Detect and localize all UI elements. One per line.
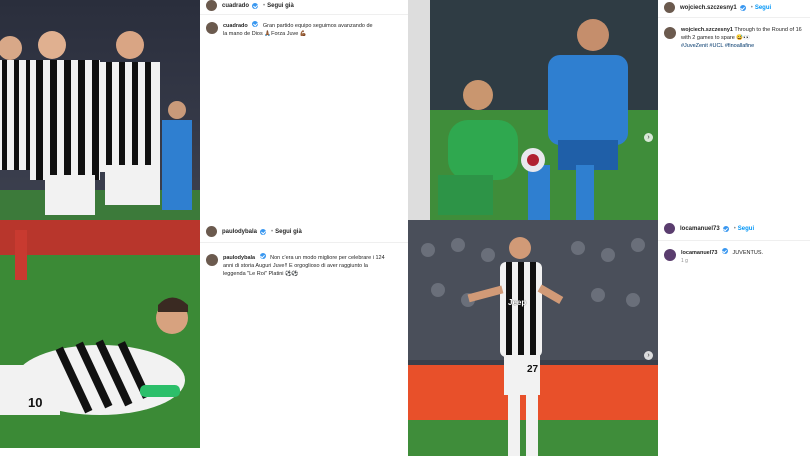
username[interactable]: wojciech.szczesny1 — [680, 5, 737, 11]
caption: locamanuel73 JUVENTUS. 1 g — [664, 248, 763, 265]
post-sidebar: cuadrado • Segui già cuadrado Gran parti… — [200, 0, 408, 220]
jersey-number: 27 — [527, 364, 539, 375]
post-szczesny: › wojciech.szczesny1 • Segui wojciech.sz… — [408, 0, 810, 220]
verified-badge-icon — [252, 2, 259, 9]
username[interactable]: locamanuel73 — [680, 226, 720, 232]
verified-badge-icon — [259, 253, 266, 259]
post-locamanuel: Jeep 27 › locamanuel73 • Segui locamanue… — [408, 220, 810, 456]
avatar[interactable] — [206, 254, 218, 266]
follow-button[interactable]: Segui già — [275, 229, 302, 235]
caption-text: JUVENTUS. — [732, 250, 764, 256]
avatar[interactable] — [206, 22, 218, 34]
verified-badge-icon — [260, 228, 267, 235]
post-photo[interactable] — [0, 0, 200, 220]
next-arrow-icon[interactable]: › — [644, 351, 653, 360]
caption: wojciech.szczesny1 Through to the Round … — [664, 26, 809, 50]
username[interactable]: paulodybala — [222, 229, 257, 235]
post-photo[interactable]: 10 — [0, 220, 200, 448]
post-sidebar: locamanuel73 • Segui locamanuel73 JUVENT… — [658, 220, 810, 456]
avatar[interactable] — [664, 2, 675, 13]
divider — [200, 14, 408, 15]
post-photo[interactable]: › — [408, 0, 658, 220]
avatar[interactable] — [664, 223, 675, 234]
verified-badge-icon — [722, 225, 729, 232]
separator-dot: • — [750, 4, 753, 11]
post-header: locamanuel73 • Segui — [664, 223, 754, 234]
caption-username[interactable]: paulodybala — [223, 255, 255, 261]
verified-badge-icon — [721, 248, 728, 254]
post-cuadrado: cuadrado • Segui già cuadrado Gran parti… — [0, 0, 408, 220]
divider — [200, 242, 408, 243]
caption: cuadrado Gran partido equipo seguimos av… — [206, 21, 373, 38]
caption-username[interactable]: cuadrado — [223, 23, 248, 29]
sponsor-logo: Jeep — [508, 298, 527, 307]
follow-button[interactable]: Segui già — [267, 3, 294, 9]
avatar[interactable] — [664, 27, 676, 39]
follow-button[interactable]: Segui — [738, 226, 754, 232]
username[interactable]: cuadrado — [222, 3, 249, 9]
caption-username[interactable]: wojciech.szczesny1 — [681, 27, 733, 33]
separator-dot: • — [263, 2, 266, 9]
post-header: cuadrado • Segui già — [206, 0, 294, 11]
divider — [658, 240, 810, 241]
post-header: wojciech.szczesny1 • Segui — [664, 2, 771, 13]
next-arrow-icon[interactable]: › — [644, 133, 653, 142]
post-header: paulodybala • Segui già — [206, 226, 302, 237]
avatar[interactable] — [206, 226, 217, 237]
caption-hashtags[interactable]: #JuveZenit #UCL #finoallafine — [681, 43, 754, 49]
separator-dot: • — [733, 225, 736, 232]
caption-username[interactable]: locamanuel73 — [681, 250, 717, 256]
separator-dot: • — [271, 228, 274, 235]
verified-badge-icon — [739, 4, 746, 11]
jersey-number: 10 — [28, 395, 43, 410]
avatar[interactable] — [664, 249, 676, 261]
caption: paulodybala Non c'era un modo migliore p… — [206, 253, 388, 278]
follow-button[interactable]: Segui — [755, 5, 771, 11]
post-sidebar: paulodybala • Segui già paulodybala Non … — [200, 220, 408, 456]
divider — [658, 17, 810, 18]
post-timestamp: 1 g — [681, 258, 688, 264]
post-photo[interactable]: Jeep 27 › — [408, 220, 658, 456]
post-dybala: 10 paulodybala • Segui già paulodybala N… — [0, 220, 408, 456]
post-sidebar: wojciech.szczesny1 • Segui wojciech.szcz… — [658, 0, 810, 220]
avatar[interactable] — [206, 0, 217, 11]
verified-badge-icon — [252, 21, 259, 27]
